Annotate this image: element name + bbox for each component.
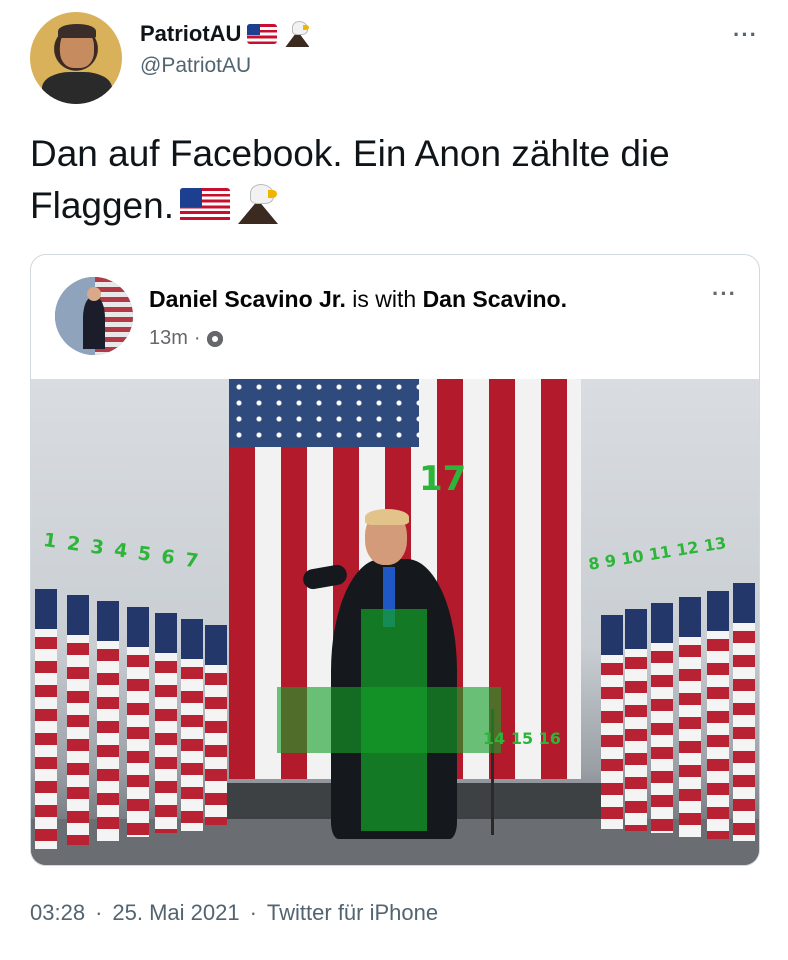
small-flag — [97, 601, 119, 841]
tweet-more-button[interactable]: ··· — [733, 22, 758, 48]
small-flag — [625, 609, 647, 831]
fb-post-meta: 13m · — [149, 327, 223, 350]
fb-meta-dot: · — [193, 327, 201, 349]
fb-post-title: Daniel Scavino Jr. is with Dan Scavino. — [149, 285, 567, 313]
green-cross-overlay-vertical — [361, 609, 427, 831]
profile-avatar[interactable] — [30, 12, 122, 104]
small-flag — [707, 591, 729, 839]
user-handle[interactable]: @PatriotAU — [140, 54, 251, 78]
small-flag — [733, 583, 755, 841]
tweet-text: Dan auf Facebook. Ein Anon zählte die Fl… — [30, 128, 760, 232]
small-flag — [127, 607, 149, 837]
tweet-footer: 03:28 · 25. Mai 2021 · Twitter für iPhon… — [30, 900, 438, 926]
tweet-source[interactable]: Twitter für iPhone — [267, 900, 438, 926]
fb-with-name[interactable]: Dan Scavino. — [423, 286, 567, 312]
flag-us-icon — [247, 24, 278, 44]
tweet-text-content: Dan auf Facebook. Ein Anon zählte die Fl… — [30, 133, 670, 226]
tweet-date[interactable]: 25. Mai 2021 — [112, 900, 239, 926]
annotation-right-numbers: 8 9 10 11 12 13 — [587, 533, 728, 574]
footer-dot: · — [95, 900, 103, 925]
annotation-17: 17 — [419, 459, 467, 499]
small-flag — [651, 603, 673, 833]
eagle-icon — [283, 21, 311, 47]
fb-post-photo[interactable]: 17 1 2 3 4 5 6 7 8 9 10 11 12 13 14 15 1… — [31, 379, 759, 865]
embedded-facebook-post[interactable]: Daniel Scavino Jr. is with Dan Scavino. … — [30, 254, 760, 866]
eagle-icon — [236, 184, 280, 224]
small-flag — [35, 589, 57, 849]
small-flag — [601, 615, 623, 829]
small-flag — [679, 597, 701, 837]
annotation-left-numbers: 1 2 3 4 5 6 7 — [41, 529, 202, 573]
fb-connector: is with — [345, 286, 423, 312]
annotation-middle-numbers: 14 15 16 — [483, 729, 561, 748]
fb-author-avatar[interactable] — [55, 277, 133, 355]
gear-icon — [206, 330, 223, 347]
small-flag — [205, 625, 227, 825]
small-flag — [67, 595, 89, 845]
fb-post-age[interactable]: 13m — [149, 327, 188, 350]
fb-more-button[interactable]: ··· — [712, 281, 737, 307]
small-flag — [155, 613, 177, 833]
footer-dot: · — [249, 900, 257, 925]
display-name-row[interactable]: PatriotAU — [140, 20, 311, 48]
person-hair — [365, 509, 409, 525]
flag-us-icon — [180, 188, 230, 222]
small-flag — [181, 619, 203, 831]
fb-author-name[interactable]: Daniel Scavino Jr. — [149, 286, 346, 312]
tweet-time[interactable]: 03:28 — [30, 900, 85, 926]
display-name[interactable]: PatriotAU — [140, 20, 241, 48]
